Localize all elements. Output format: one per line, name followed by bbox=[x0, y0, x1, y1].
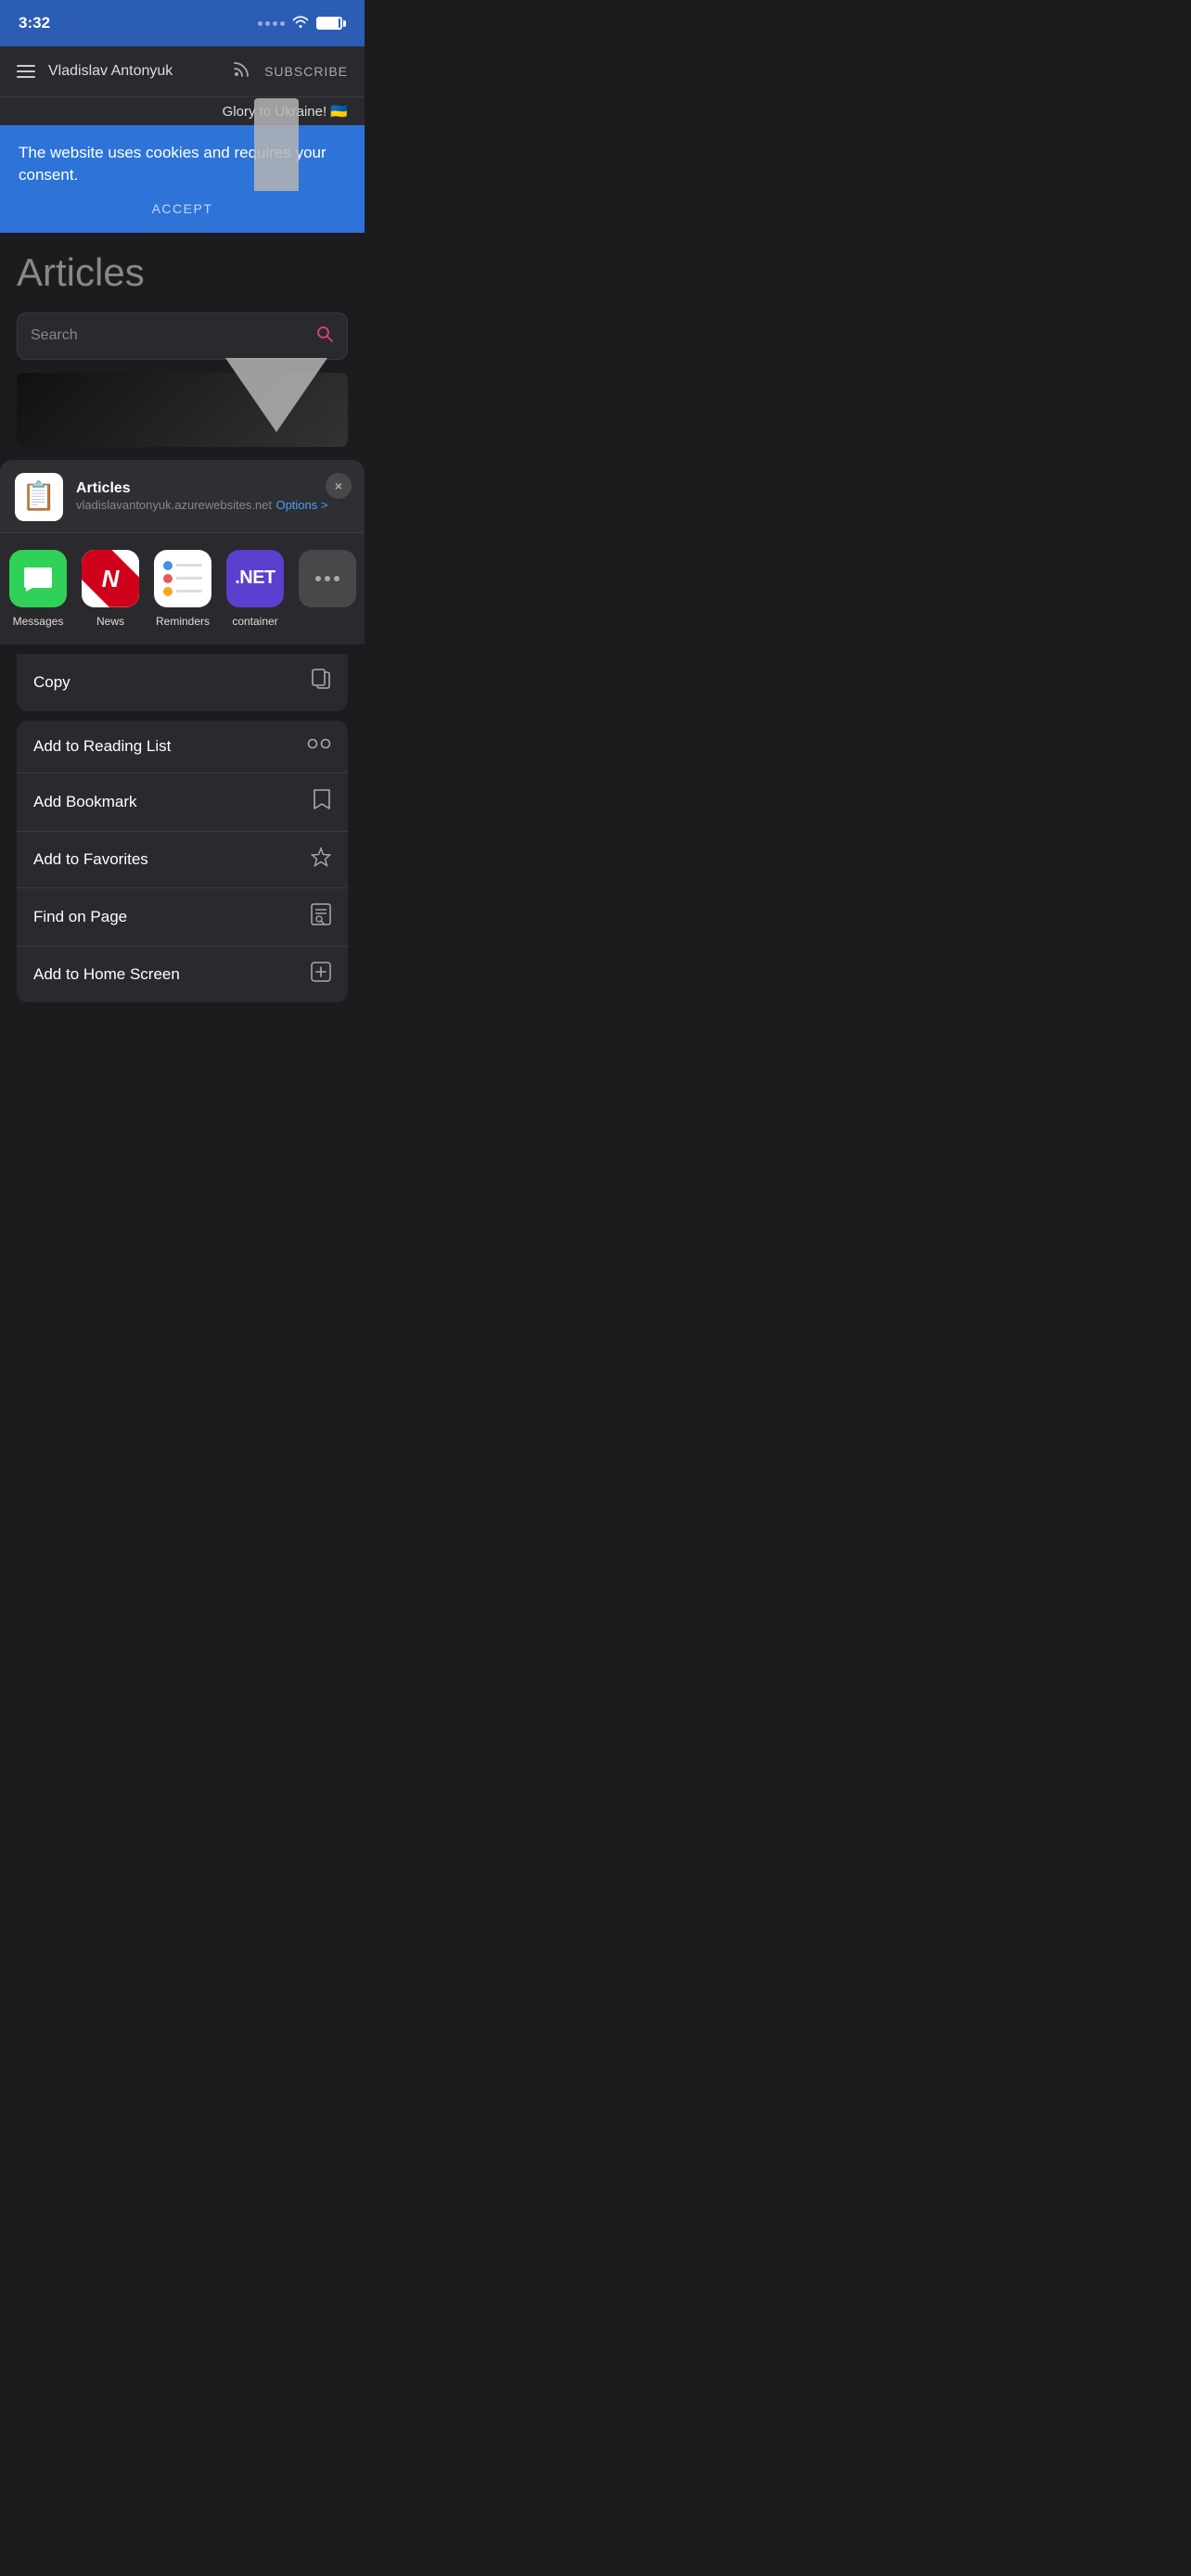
copy-icon bbox=[311, 669, 331, 696]
share-apps-row: Messages N News bbox=[0, 533, 365, 644]
nav-bar: Vladislav Antonyuk SUBSCRIBE bbox=[0, 46, 365, 97]
share-app-reminders[interactable]: Reminders bbox=[154, 550, 211, 628]
messages-icon bbox=[9, 550, 67, 607]
news-icon: N bbox=[82, 550, 139, 607]
share-url: vladislavantonyuk.azurewebsites.net bbox=[76, 498, 272, 512]
more-actions-group: Add to Reading List Add Bookmark bbox=[17, 721, 348, 1002]
share-header: 📋 Articles vladislavantonyuk.azurewebsit… bbox=[0, 460, 365, 533]
subscribe-button[interactable]: SUBSCRIBE bbox=[264, 64, 348, 79]
share-app-more[interactable] bbox=[299, 550, 356, 628]
status-bar: 3:32 bbox=[0, 0, 365, 46]
articles-header: Articles bbox=[0, 233, 365, 303]
copy-button[interactable]: Copy bbox=[17, 654, 348, 711]
find-on-page-label: Find on Page bbox=[33, 908, 127, 926]
add-bookmark-button[interactable]: Add Bookmark bbox=[17, 772, 348, 831]
options-link[interactable]: Options > bbox=[275, 498, 327, 512]
share-app-news[interactable]: N News bbox=[82, 550, 139, 628]
share-app-name: Articles bbox=[76, 480, 350, 497]
reminders-icon bbox=[154, 550, 211, 607]
status-icons bbox=[258, 15, 346, 32]
search-icon bbox=[315, 325, 334, 348]
messages-label: Messages bbox=[13, 615, 64, 628]
share-app-icon: 📋 bbox=[15, 473, 63, 521]
copy-label: Copy bbox=[33, 673, 70, 692]
add-home-screen-icon bbox=[311, 962, 331, 988]
news-label: News bbox=[96, 615, 124, 628]
battery-icon bbox=[316, 17, 346, 30]
container-label: container bbox=[232, 615, 277, 628]
add-home-screen-button[interactable]: Add to Home Screen bbox=[17, 946, 348, 1002]
cookie-accept-button[interactable]: ACCEPT bbox=[19, 201, 346, 216]
add-reading-list-label: Add to Reading List bbox=[33, 737, 171, 756]
cookie-banner: The website uses cookies and requires yo… bbox=[0, 125, 365, 233]
share-sheet-container: 📋 Articles vladislavantonyuk.azurewebsit… bbox=[0, 460, 365, 1021]
share-app-messages[interactable]: Messages bbox=[9, 550, 67, 628]
menu-icon[interactable] bbox=[17, 65, 35, 78]
reminders-label: Reminders bbox=[156, 615, 210, 628]
search-input[interactable]: Search bbox=[31, 327, 306, 344]
rss-icon[interactable] bbox=[233, 59, 251, 83]
cookie-text: The website uses cookies and requires yo… bbox=[19, 142, 346, 186]
bookmark-icon bbox=[313, 788, 331, 816]
share-close-button[interactable]: × bbox=[326, 473, 352, 499]
article-thumbnail bbox=[17, 373, 348, 447]
signal-strength-icon bbox=[258, 21, 285, 26]
copy-action-group: Copy bbox=[17, 654, 348, 711]
wifi-icon bbox=[292, 15, 309, 32]
reading-list-icon bbox=[307, 735, 331, 758]
search-bar[interactable]: Search bbox=[17, 312, 348, 360]
add-favorites-label: Add to Favorites bbox=[33, 850, 148, 869]
share-actions: Copy Add to Reading List bbox=[0, 644, 365, 1021]
nav-title: Vladislav Antonyuk bbox=[48, 63, 173, 80]
find-on-page-icon bbox=[311, 903, 331, 931]
star-icon bbox=[311, 847, 331, 873]
share-app-container[interactable]: .NET container bbox=[226, 550, 284, 628]
add-bookmark-label: Add Bookmark bbox=[33, 793, 137, 811]
ukraine-banner: Glory to Ukraine! 🇺🇦 bbox=[0, 97, 365, 125]
page-title: Articles bbox=[17, 251, 348, 294]
status-time: 3:32 bbox=[19, 14, 50, 32]
find-on-page-button[interactable]: Find on Page bbox=[17, 887, 348, 946]
more-icon bbox=[299, 550, 356, 607]
add-home-screen-label: Add to Home Screen bbox=[33, 965, 180, 984]
container-icon: .NET bbox=[226, 550, 284, 607]
share-sheet: 📋 Articles vladislavantonyuk.azurewebsit… bbox=[0, 460, 365, 1021]
add-reading-list-button[interactable]: Add to Reading List bbox=[17, 721, 348, 772]
add-favorites-button[interactable]: Add to Favorites bbox=[17, 831, 348, 887]
